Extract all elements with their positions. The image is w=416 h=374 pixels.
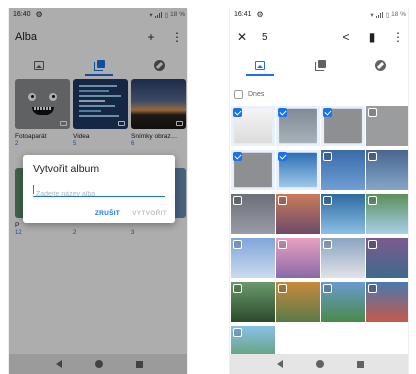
photo-tile[interactable] [366,194,408,234]
unchecked-checkbox-icon[interactable] [278,196,287,205]
unchecked-checkbox-icon[interactable] [233,328,242,337]
photo-tile[interactable] [366,106,408,146]
photo-tile[interactable] [231,238,275,278]
battery-level: 18 % [391,11,406,18]
tab-explore[interactable] [350,52,408,78]
checked-checkbox-icon[interactable] [233,152,242,161]
photo-tile[interactable] [321,194,365,234]
status-right: ▾ ▯ 18 % [370,11,406,19]
unchecked-checkbox-icon[interactable] [278,284,287,293]
select-day-checkbox[interactable] [234,90,243,99]
unchecked-checkbox-icon[interactable] [233,240,242,249]
photo-tile[interactable] [231,194,275,234]
status-bar: 16:41 ⚙ ▾ ▯ 18 % [230,8,408,21]
cancel-button[interactable]: ZRUŠIT [95,210,120,217]
unchecked-checkbox-icon[interactable] [368,284,377,293]
unchecked-checkbox-icon[interactable] [323,152,332,161]
photo-tile[interactable] [276,238,320,278]
unchecked-checkbox-icon[interactable] [368,196,377,205]
more-vert-icon[interactable]: ⋮ [392,31,404,43]
album-name-input[interactable] [33,191,165,198]
photo-tile[interactable] [276,106,320,146]
home-icon[interactable] [315,360,324,368]
text-caret [33,185,34,194]
system-nav-bar [230,354,408,374]
photo-tile[interactable] [276,282,320,322]
tab-bar [230,52,408,78]
tab-photos[interactable] [230,52,290,78]
unchecked-checkbox-icon[interactable] [278,240,287,249]
dialog-actions: ZRUŠIT VYTVOŘIT [95,210,167,217]
photo-selection-screen: 16:41 ⚙ ▾ ▯ 18 % ✕ 5 < ▮ ⋮ Dnes [229,8,409,374]
explore-icon [374,59,386,71]
unchecked-checkbox-icon[interactable] [368,108,377,117]
unchecked-checkbox-icon[interactable] [323,196,332,205]
photo-tile[interactable] [366,150,408,190]
delete-icon[interactable]: ▮ [366,31,378,43]
unchecked-checkbox-icon[interactable] [233,284,242,293]
unchecked-checkbox-icon[interactable] [233,196,242,205]
photo-tile[interactable] [231,150,275,190]
photo-tile[interactable] [366,238,408,278]
checked-checkbox-icon[interactable] [278,108,287,117]
album-name-field[interactable] [33,183,165,198]
settings-notification-icon: ⚙ [256,10,264,19]
tab-albums[interactable] [290,52,350,78]
photo-tile[interactable] [366,282,408,322]
photo-tile[interactable] [321,150,365,190]
create-album-dialog: Vytvořit album ZRUŠIT VYTVOŘIT [23,155,175,223]
unchecked-checkbox-icon[interactable] [323,284,332,293]
photo-tile[interactable] [321,238,365,278]
photo-tile[interactable] [321,106,365,146]
photo-tile[interactable] [276,150,320,190]
checked-checkbox-icon[interactable] [278,152,287,161]
signal-icon [375,11,384,18]
unchecked-checkbox-icon[interactable] [368,152,377,161]
photo-icon [255,60,265,70]
share-icon[interactable]: < [340,31,352,43]
checked-checkbox-icon[interactable] [233,108,242,117]
recents-icon[interactable] [356,360,364,368]
checked-checkbox-icon[interactable] [323,108,332,117]
photo-tile[interactable] [321,282,365,322]
albums-icon [314,60,326,71]
unchecked-checkbox-icon[interactable] [368,240,377,249]
photo-tile[interactable] [276,194,320,234]
albums-screen: 16:40 ⚙ ▾ ▯ 18 % Alba + ⋮ Fotoaparát 2 V… [8,8,188,374]
selection-app-bar: ✕ 5 < ▮ ⋮ [230,24,408,50]
back-icon[interactable] [276,360,283,368]
wifi-icon: ▾ [370,11,374,19]
section-label: Dnes [248,91,265,98]
status-time: 16:41 [234,11,252,18]
photo-tile[interactable] [231,282,275,322]
unchecked-checkbox-icon[interactable] [323,240,332,249]
photo-tile[interactable] [231,106,275,146]
selected-count: 5 [262,31,268,43]
close-icon[interactable]: ✕ [236,31,248,43]
battery-icon: ▯ [385,11,390,19]
dialog-title: Vytvořit album [33,163,100,175]
date-section-header: Dnes [234,90,264,99]
create-button[interactable]: VYTVOŘIT [132,210,167,217]
